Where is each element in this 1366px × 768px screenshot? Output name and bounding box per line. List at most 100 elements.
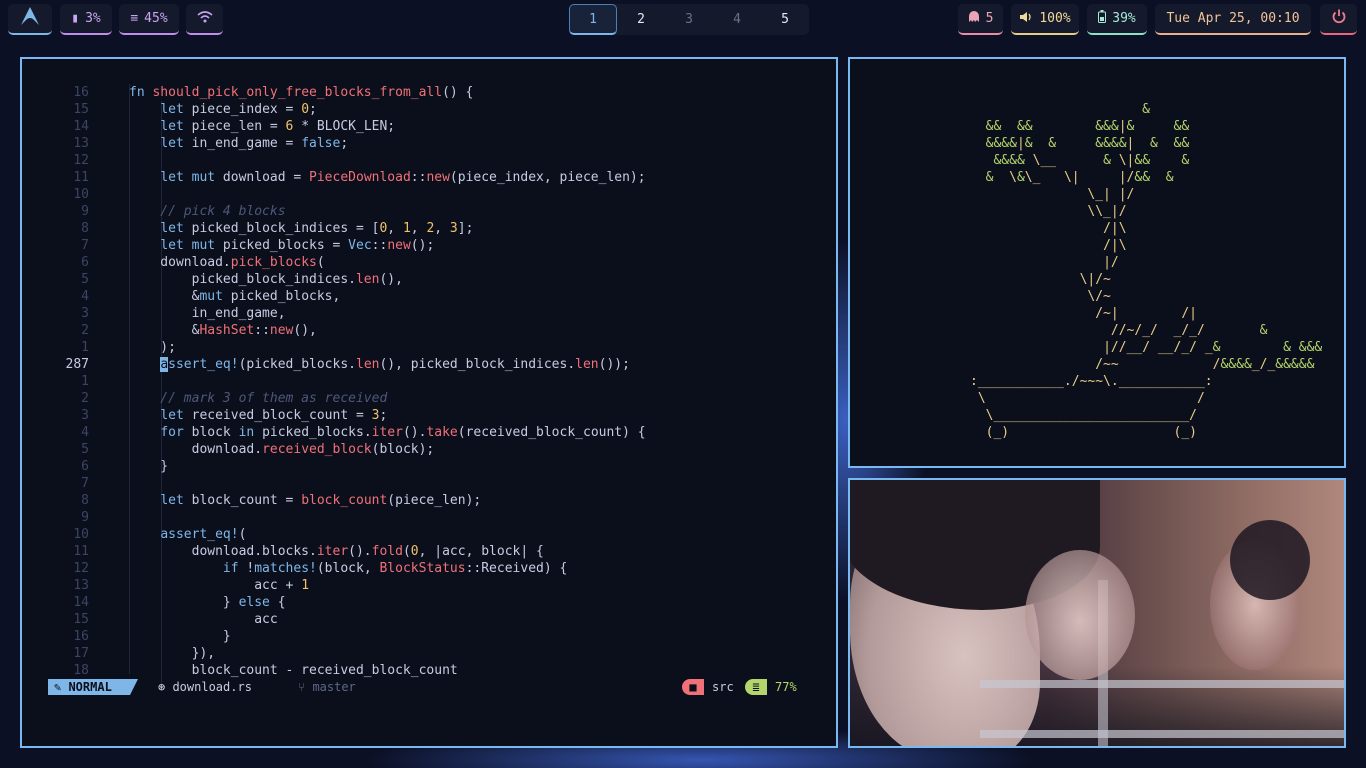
code-line[interactable]: 10 — [22, 186, 836, 203]
text-cursor: a — [160, 357, 169, 372]
code-line[interactable]: 6 } — [22, 458, 836, 475]
bonsai-line: && && &&&|& && — [970, 119, 1190, 134]
bonsai-line: \ / — [977, 391, 1205, 406]
memory-value: 45% — [144, 11, 168, 26]
launcher-button[interactable] — [8, 4, 52, 35]
bonsai-line: |//__/ __/_/ _& & &&& — [1103, 340, 1323, 355]
code-line[interactable]: 12 if !matches!(block, BlockStatus::Rece… — [22, 560, 836, 577]
workspace-1[interactable]: 1 — [569, 4, 617, 35]
code-line[interactable]: 7 let mut picked_blocks = Vec::new(); — [22, 237, 836, 254]
line-number: 11 — [73, 170, 89, 185]
code-line[interactable]: 14 let piece_len = 6 * BLOCK_LEN; — [22, 118, 836, 135]
arch-icon — [19, 5, 41, 32]
workspace-5[interactable]: 5 — [761, 4, 809, 35]
line-number: 4 — [81, 289, 89, 304]
workspace-4[interactable]: 4 — [713, 4, 761, 35]
code-line[interactable]: 8 let picked_block_indices = [0, 1, 2, 3… — [22, 220, 836, 237]
code-line[interactable]: 7 — [22, 475, 836, 492]
code-line[interactable]: 9 — [22, 509, 836, 526]
line-text: let piece_index = 0; — [160, 102, 317, 117]
battery-icon — [1098, 10, 1107, 27]
code-line[interactable]: 14 } else { — [22, 594, 836, 611]
bonsai-line: |/ — [1103, 255, 1119, 270]
scroll-progress: ≣ 77% — [745, 679, 809, 695]
terminal-bonsai-window[interactable]: & && && &&&|& && &&&&|& & &&&&| & && &&&… — [848, 57, 1346, 468]
wifi-widget[interactable] — [186, 4, 223, 35]
code-line[interactable]: 1 ); — [22, 339, 836, 356]
line-number: 2 — [81, 391, 89, 406]
code-line[interactable]: 10 assert_eq!( — [22, 526, 836, 543]
code-line[interactable]: 18 block_count - received_block_count — [22, 662, 836, 679]
workspace-3[interactable]: 3 — [665, 4, 713, 35]
line-number: 4 — [81, 425, 89, 440]
volume-value: 100% — [1039, 11, 1071, 26]
line-text: fn should_pick_only_free_blocks_from_all… — [129, 85, 474, 100]
clock-widget[interactable]: Tue Apr 25, 00:10 — [1155, 4, 1311, 35]
code-line[interactable]: 9 // pick 4 blocks — [22, 203, 836, 220]
code-line[interactable]: 13 let in_end_game = false; — [22, 135, 836, 152]
code-line[interactable]: 16 } — [22, 628, 836, 645]
directory-indicator: ■ src — [682, 679, 736, 695]
code-line[interactable]: 4 &mut picked_blocks, — [22, 288, 836, 305]
code-line[interactable]: 5 download.received_block(block); — [22, 441, 836, 458]
line-number: 5 — [81, 442, 89, 457]
line-text: picked_block_indices.len(), — [129, 272, 403, 287]
character-face — [1025, 550, 1135, 680]
line-text: ); — [129, 340, 176, 355]
memory-icon: ≡ — [130, 11, 139, 26]
line-text: assert_eq!( — [160, 527, 247, 542]
code-line[interactable]: 12 — [22, 152, 836, 169]
code-line[interactable]: 4 for block in picked_blocks.iter().take… — [22, 424, 836, 441]
code-line[interactable]: 6 download.pick_blocks( — [22, 254, 836, 271]
editor-window[interactable]: 16 fn should_pick_only_free_blocks_from_a… — [20, 57, 838, 748]
line-text: let in_end_game = false; — [160, 136, 349, 151]
line-number: 7 — [81, 476, 89, 491]
code-line[interactable]: 3 let received_block_count = 3; — [22, 407, 836, 424]
bonsai-line: &&&&|& & &&&&| & && — [970, 136, 1190, 151]
code-line[interactable]: 2 // mark 3 of them as received — [22, 390, 836, 407]
line-number: 18 — [73, 663, 89, 678]
line-text: acc + 1 — [129, 578, 310, 593]
bonsai-line: /~~ /&&&&_/_&&&&& — [1095, 357, 1315, 372]
ghost-widget[interactable]: 5 — [958, 4, 1003, 35]
code-line[interactable]: 5 picked_block_indices.len(), — [22, 271, 836, 288]
line-text: } — [129, 629, 231, 644]
line-number: 3 — [81, 408, 89, 423]
code-line[interactable]: 17 }), — [22, 645, 836, 662]
line-number: 10 — [73, 527, 89, 542]
line-number: 15 — [73, 612, 89, 627]
code-line[interactable]: 1 — [22, 373, 836, 390]
line-number: 7 — [81, 238, 89, 253]
line-text: for block in picked_blocks.iter().take(r… — [160, 425, 646, 440]
code-line[interactable]: 16 fn should_pick_only_free_blocks_from_a… — [22, 84, 836, 101]
code-line[interactable]: 3 in_end_game, — [22, 305, 836, 322]
power-button[interactable] — [1320, 4, 1357, 35]
code-line[interactable]: 2 &HashSet::new(), — [22, 322, 836, 339]
workspace-2[interactable]: 2 — [617, 4, 665, 35]
wifi-icon — [196, 10, 213, 28]
anime-illustration — [850, 480, 1344, 746]
code-line[interactable]: 13 acc + 1 — [22, 577, 836, 594]
code-line[interactable]: 11 let mut download = PieceDownload::new… — [22, 169, 836, 186]
line-text: in_end_game, — [129, 306, 286, 321]
line-text: download.received_block(block); — [129, 442, 435, 457]
bonsai-line: & — [970, 102, 1151, 117]
bonsai-line: \/~ — [1087, 289, 1111, 304]
cpu-widget[interactable]: ▮ 3% — [60, 4, 112, 35]
line-number: 13 — [73, 578, 89, 593]
code-line[interactable]: 15 let piece_index = 0; — [22, 101, 836, 118]
progress-label: 77% — [775, 680, 797, 694]
mode-indicator: ✎ NORMAL — [48, 679, 138, 695]
battery-widget[interactable]: 39% — [1087, 4, 1147, 35]
bonsai-line: :___________./~~~\.___________: — [970, 374, 1213, 389]
code-line[interactable]: 287 assert_eq!(picked_blocks.len(), pick… — [22, 356, 836, 373]
code-line[interactable]: 15 acc — [22, 611, 836, 628]
line-text: assert_eq!(picked_blocks.len(), picked_b… — [160, 357, 630, 372]
image-viewer-window[interactable] — [848, 478, 1346, 748]
code-line[interactable]: 11 download.blocks.iter().fold(0, |acc, … — [22, 543, 836, 560]
volume-widget[interactable]: 100% — [1011, 4, 1079, 35]
code-line[interactable]: 8 let block_count = block_count(piece_le… — [22, 492, 836, 509]
memory-widget[interactable]: ≡ 45% — [119, 4, 179, 35]
ghost-count: 5 — [985, 11, 994, 26]
line-number: 1 — [81, 374, 89, 389]
